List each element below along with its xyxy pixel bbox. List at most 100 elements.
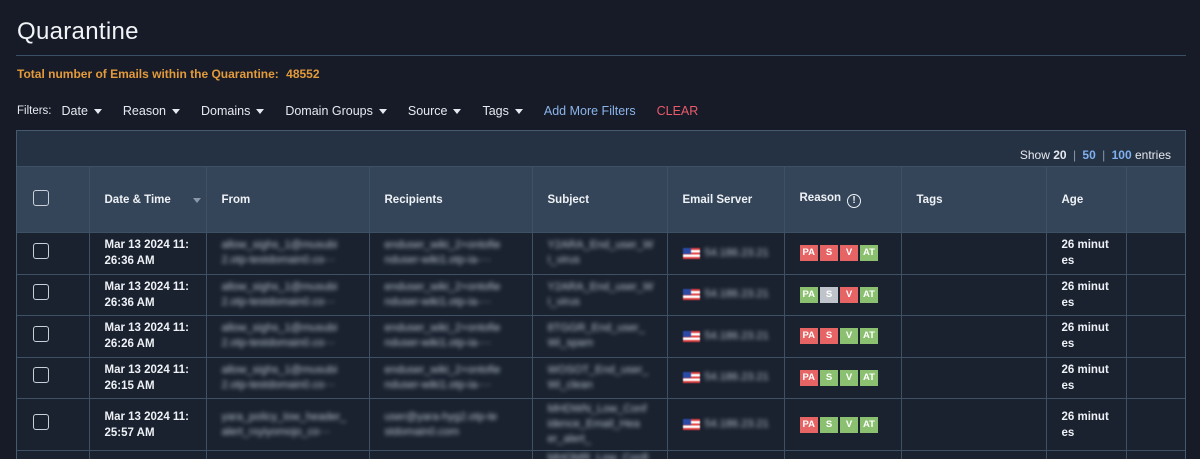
datetime-cell: Mar 13 2024 11: 26:36 AM — [89, 274, 207, 316]
info-icon[interactable]: ! — [847, 193, 862, 208]
total-emails-label: Total number of Emails within the Quaran… — [17, 67, 279, 81]
date-text: Mar 13 2024 11: — [104, 322, 189, 335]
table-row[interactable]: Mar 13 2024 11: 26:15 AM allow_sighs_1@mus… — [17, 357, 1185, 399]
recipients-cell: enduser_wiki_2+ontofie nduser-wiki1.otp-i… — [369, 274, 533, 316]
from-cell: allow_sighs_1@musubi 2.otp-testdomain0.co… — [206, 232, 370, 275]
age-text: 26 minut — [1061, 410, 1109, 423]
quarantine-page: Quarantine Total number of Emails within… — [0, 0, 1200, 459]
datetime-cell: Mar 13 2024 11: 26:36 AM — [89, 232, 207, 275]
server-ip: 54.186.23.21 — [704, 246, 769, 259]
subject-text: WOSOT_End_user_ — [547, 363, 649, 376]
separator: | — [1072, 148, 1077, 162]
time-text: 26:26 AM — [104, 338, 155, 351]
email-server: 54.186.23.21 — [682, 370, 784, 385]
cell — [667, 450, 785, 459]
email-server-cell: 54.186.23.21 — [667, 274, 785, 316]
recipients-cell: enduser_wiki_2+ontofie nduser-wiki1.otp-i… — [369, 232, 533, 275]
page-size-100[interactable]: 100 — [1112, 148, 1132, 162]
us-flag-icon — [682, 247, 700, 259]
table-row[interactable]: Mar 13 2024 11: 26:26 AM allow_sighs_1@mus… — [17, 315, 1185, 358]
from-text: allow_sighs_1@musubi — [221, 363, 338, 376]
column-header-subject: Subject — [532, 166, 668, 233]
age-text: es — [1061, 426, 1075, 439]
subject-text: I_virus — [547, 254, 580, 267]
filter-tags[interactable]: Tags — [482, 104, 523, 118]
page-size-selector: Show 20 | 50 | 100 entries — [1020, 148, 1171, 162]
age-cell: 26 minut es — [1046, 357, 1127, 399]
age-cell: 26 minut es — [1046, 274, 1127, 316]
date-text: Mar 13 2024 11: — [104, 280, 189, 293]
row-checkbox[interactable] — [33, 284, 49, 301]
filter-reason[interactable]: Reason — [123, 104, 180, 118]
column-header-label: Recipients — [384, 193, 443, 206]
filter-domains[interactable]: Domains — [201, 104, 265, 118]
reason-cell: PA S V AT — [784, 357, 902, 399]
row-checkbox[interactable] — [33, 414, 49, 430]
cell — [17, 450, 90, 459]
column-header-reason: Reason! — [784, 166, 902, 233]
age-text: es — [1061, 255, 1075, 268]
table-row[interactable]: Mar 13 2024 11: 25:57 AM yara_policy_low_h… — [17, 398, 1185, 451]
age-text: es — [1061, 296, 1075, 309]
select-all-checkbox[interactable] — [33, 190, 49, 206]
date-text: Mar 13 2024 11: — [104, 239, 189, 252]
email-server: 54.186.23.21 — [682, 246, 784, 261]
cell — [1046, 450, 1127, 459]
column-header-datetime[interactable]: Date & Time — [89, 166, 207, 233]
reason-badge-v: V — [840, 328, 858, 345]
subject-text: I_virus — [547, 295, 580, 308]
filter-date[interactable]: Date — [62, 104, 102, 118]
filter-domains-label: Domains — [201, 104, 251, 118]
extra-cell — [1126, 232, 1185, 275]
column-header-label: Age — [1061, 193, 1084, 206]
column-header-email-server: Email Server — [667, 166, 785, 233]
add-more-filters-link[interactable]: Add More Filters — [544, 104, 636, 118]
table-row[interactable]: Mar 13 2024 11: 26:36 AM allow_sighs_1@mus… — [17, 232, 1185, 275]
chevron-down-icon — [172, 108, 180, 114]
clear-filters-link[interactable]: CLEAR — [657, 104, 699, 118]
reason-badge-at: AT — [860, 416, 878, 433]
time-text: 26:36 AM — [104, 296, 155, 309]
row-checkbox[interactable] — [33, 242, 49, 259]
total-emails-count: 48552 — [286, 67, 320, 81]
filter-source[interactable]: Source — [408, 104, 462, 118]
row-checkbox[interactable] — [33, 325, 49, 342]
age-cell: 26 minut es — [1046, 232, 1127, 275]
reason-badge-s: S — [820, 245, 838, 262]
page-size-50[interactable]: 50 — [1082, 148, 1095, 162]
reason-badges: PA S V AT — [799, 416, 901, 433]
chevron-down-icon — [256, 108, 265, 114]
cell — [369, 450, 533, 459]
recipient-text: user@yara-hyg2.otp-te — [384, 410, 498, 423]
table-row[interactable]: Mar 13 2024 11: 26:36 AM allow_sighs_1@mus… — [17, 274, 1185, 316]
filters-label: Filters: — [17, 105, 52, 117]
chevron-down-icon — [514, 108, 523, 114]
age-cell: 26 minut es — [1046, 398, 1127, 451]
emails-table-panel: Show 20 | 50 | 100 entries Date & Time F… — [16, 130, 1186, 459]
sort-desc-icon[interactable] — [192, 198, 201, 203]
filter-tags-label: Tags — [482, 104, 509, 118]
select-all-cell — [17, 166, 90, 233]
subject-cell: MHQMR_Low_Confi — [532, 450, 668, 459]
column-header-label: Tags — [916, 193, 943, 206]
page-size-20[interactable]: 20 — [1053, 148, 1066, 162]
reason-badge-v: V — [840, 245, 858, 262]
recipient-text: nduser-wiki1.otp-ia-··· — [384, 254, 492, 267]
date-text: Mar 13 2024 11: — [104, 410, 189, 423]
emails-table-body: Mar 13 2024 11: 26:36 AM allow_sighs_1@mus… — [17, 232, 1185, 459]
subject-text: MHQMR_Low_Confi — [547, 452, 649, 459]
from-text: 2.otp-testdomain0.co··· — [221, 295, 336, 308]
age-text: 26 minut — [1061, 322, 1109, 335]
row-select-cell — [17, 357, 90, 399]
filter-domain-groups[interactable]: Domain Groups — [285, 104, 387, 118]
server-ip: 54.186.23.21 — [704, 371, 769, 384]
column-header-label: Email Server — [682, 193, 753, 206]
extra-cell — [1126, 398, 1185, 451]
datetime-cell: Mar 13 2024 11: 26:15 AM — [89, 357, 207, 399]
column-header-recipients: Recipients — [369, 166, 533, 233]
subject-cell: Y2ARA_End_user_W I_virus — [532, 232, 668, 275]
subject-cell: Y2ARA_End_user_W I_virus — [532, 274, 668, 316]
reason-cell: PA S V AT — [784, 398, 902, 451]
row-checkbox[interactable] — [33, 367, 49, 384]
subject-cell: WOSOT_End_user_ Wi_clean — [532, 357, 668, 399]
